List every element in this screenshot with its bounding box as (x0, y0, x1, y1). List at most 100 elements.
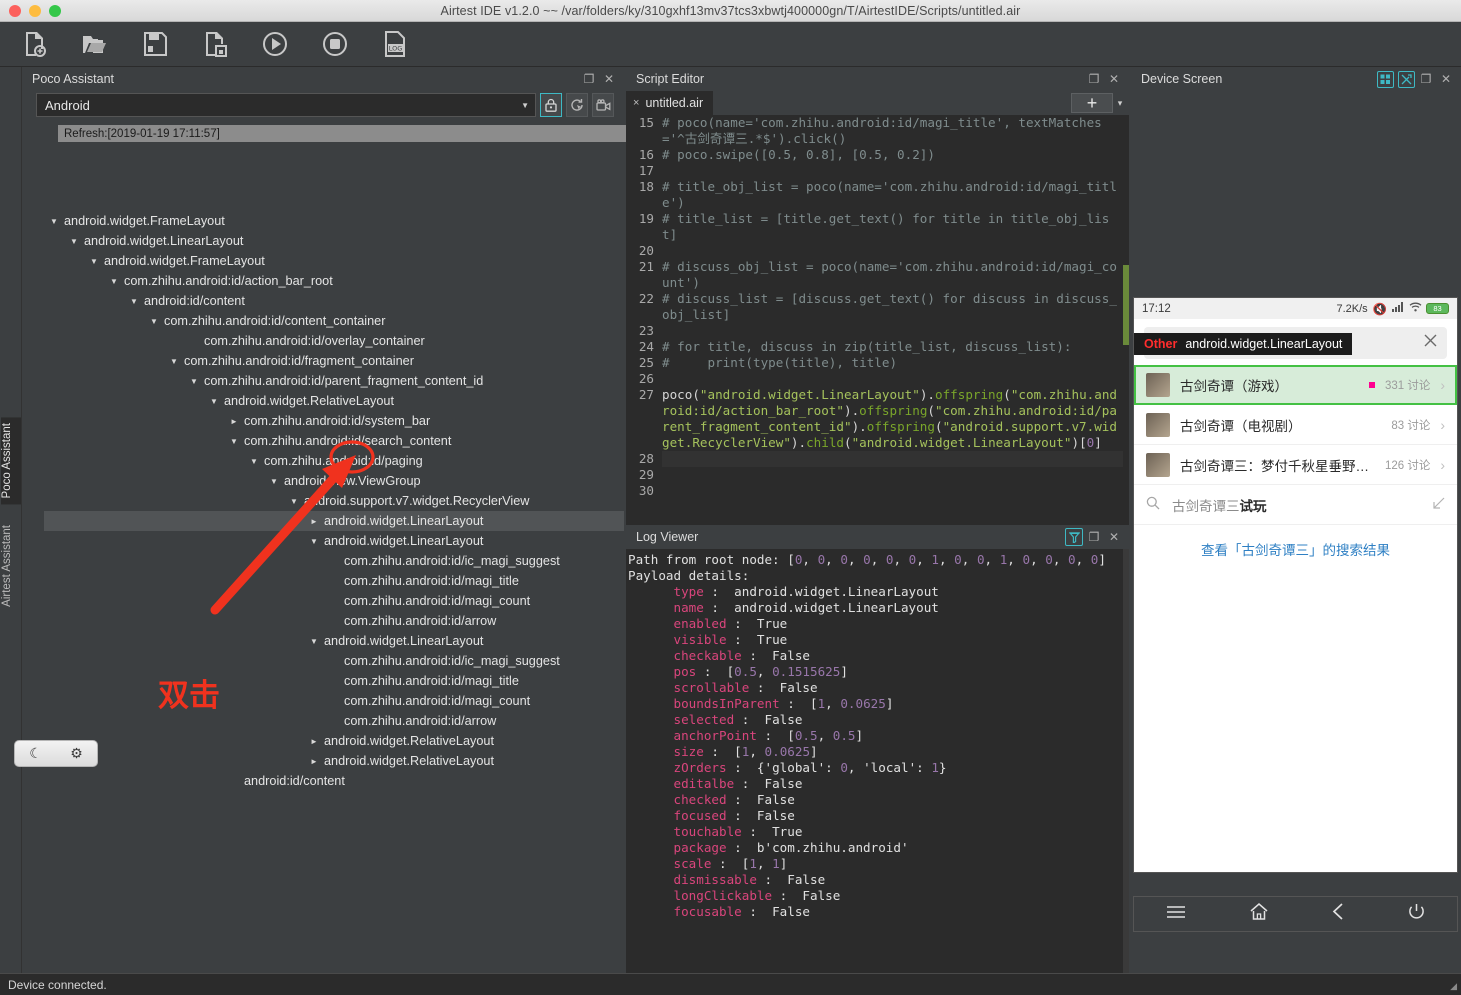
grid-icon[interactable] (1377, 70, 1394, 88)
floating-mini-toolbar[interactable]: ☾ ⚙ (14, 740, 98, 767)
log-scrollbar[interactable] (1123, 549, 1129, 973)
chevron-down-icon[interactable]: ▼ (150, 317, 164, 326)
search-suggestion-row[interactable]: 古剑奇谭三试玩 (1134, 485, 1457, 525)
code-line[interactable]: 22 # discuss_list = [discuss.get_text() f… (626, 291, 1129, 323)
chevron-down-icon[interactable]: ▼ (210, 397, 224, 406)
code-line[interactable]: 27 poco("android.widget.LinearLayout").of… (626, 387, 1129, 451)
tree-node[interactable]: ▼ com.zhihu.android:id/paging (44, 451, 624, 471)
tree-node[interactable]: ▼ android.widget.FrameLayout (44, 251, 624, 271)
float-panel-icon[interactable]: ❐ (1085, 528, 1103, 546)
code-area[interactable]: 15 # poco(name='com.zhihu.android:id/magi… (626, 115, 1129, 525)
chevron-down-icon[interactable]: ▼ (110, 277, 124, 286)
chevron-down-icon[interactable]: ▼ (190, 377, 204, 386)
code-line[interactable]: 17 (626, 163, 1129, 179)
code-line[interactable]: 16 # poco.swipe([0.5, 0.8], [0.5, 0.2]) (626, 147, 1129, 163)
lock-icon[interactable] (540, 93, 562, 117)
chevron-down-icon[interactable]: ▼ (250, 457, 264, 466)
tree-node[interactable]: com.zhihu.android:id/magi_count (44, 691, 624, 711)
code-line[interactable]: 24 # for title, discuss in zip(title_list… (626, 339, 1129, 355)
ui-hierarchy-tree[interactable]: ▼ android.widget.FrameLayout ▼ android.widg… (44, 145, 624, 973)
code-line[interactable]: 21 # discuss_obj_list = poco(name='com.zh… (626, 259, 1129, 291)
close-icon[interactable]: ✕ (1105, 70, 1123, 88)
tree-node[interactable]: com.zhihu.android:id/arrow (44, 611, 624, 631)
suggestion-item[interactable]: 古剑奇谭（电视剧） 83 讨论 › (1134, 405, 1457, 445)
float-panel-icon[interactable]: ❐ (1417, 70, 1435, 88)
save-disk-icon[interactable] (136, 27, 174, 61)
code-line[interactable]: 29 (626, 467, 1129, 483)
tree-node[interactable]: ► android.widget.RelativeLayout (44, 731, 624, 751)
editor-scrollbar-thumb[interactable] (1123, 265, 1129, 345)
tree-node[interactable]: android:id/content (44, 771, 624, 791)
tree-node[interactable]: ▼ android.widget.LinearLayout (44, 631, 624, 651)
tree-node[interactable]: com.zhihu.android:id/magi_count (44, 591, 624, 611)
poco-mode-select[interactable]: Android ▼ (36, 93, 536, 117)
editor-scrollbar[interactable] (1123, 115, 1129, 525)
tree-node[interactable]: ▼ android.widget.FrameLayout (44, 211, 624, 231)
chevron-right-icon[interactable]: ► (230, 417, 244, 426)
chevron-right-icon[interactable]: ► (310, 517, 324, 526)
chevron-down-icon[interactable]: ▼ (70, 237, 84, 246)
open-folder-icon[interactable] (76, 27, 114, 61)
chevron-down-icon[interactable]: ▼ (50, 217, 64, 226)
sidebar-tab-airtest-assistant[interactable]: Airtest Assistant (1, 519, 21, 613)
see-all-results-link[interactable]: 查看「古剑奇谭三」的搜索结果 (1134, 525, 1457, 573)
tree-node[interactable]: com.zhihu.android:id/overlay_container (44, 331, 624, 351)
tree-node[interactable]: ► android.widget.RelativeLayout (44, 751, 624, 771)
close-icon[interactable]: × (633, 97, 639, 109)
close-icon[interactable] (1424, 334, 1437, 352)
code-line[interactable]: 30 (626, 483, 1129, 499)
tree-node[interactable]: ▼ android.widget.LinearLayout (44, 531, 624, 551)
tree-node[interactable]: ▼ android.widget.LinearLayout (44, 231, 624, 251)
log-file-icon[interactable]: LOG (376, 27, 414, 61)
code-line[interactable]: 19 # title_list = [title.get_text() for t… (626, 211, 1129, 243)
moon-icon[interactable]: ☾ (29, 745, 42, 762)
code-line[interactable]: 15 # poco(name='com.zhihu.android:id/magi… (626, 115, 1129, 147)
chevron-down-icon[interactable]: ▼ (310, 637, 324, 646)
resize-grip[interactable]: ◢ (1450, 981, 1457, 992)
tree-node[interactable]: ▼ com.zhihu.android:id/parent_fragment_co… (44, 371, 624, 391)
sidebar-tab-poco-assistant[interactable]: Poco Assistant (1, 417, 21, 505)
chevron-down-icon[interactable]: ▼ (270, 477, 284, 486)
chevron-down-icon[interactable]: ▼ (310, 537, 324, 546)
tree-node[interactable]: ► com.zhihu.android:id/system_bar (44, 411, 624, 431)
tree-node[interactable]: ▼ com.zhihu.android:id/action_bar_root (44, 271, 624, 291)
suggestion-list[interactable]: 古剑奇谭（游戏） 331 讨论 › 古剑奇谭（电视剧） 83 讨论 › 古剑奇谭三：梦付千秋… (1134, 365, 1457, 485)
tab-untitled-air[interactable]: × untitled.air (626, 91, 714, 115)
tree-node[interactable]: com.zhihu.android:id/ic_magi_suggest (44, 551, 624, 571)
phone-screen[interactable]: 17:12 7.2K/s 🔇 83 古剑奇谭三 (1133, 297, 1458, 873)
save-as-icon[interactable] (196, 27, 234, 61)
refresh-cursor-icon[interactable] (566, 93, 588, 117)
device-view[interactable]: 17:12 7.2K/s 🔇 83 古剑奇谭三 (1131, 91, 1461, 973)
back-icon[interactable] (1332, 903, 1344, 925)
chevron-down-icon[interactable]: ▼ (170, 357, 184, 366)
close-icon[interactable]: ✕ (1105, 528, 1123, 546)
tree-node[interactable]: com.zhihu.android:id/magi_title (44, 671, 624, 691)
chevron-down-icon[interactable]: ▼ (230, 437, 244, 446)
code-line[interactable]: 23 (626, 323, 1129, 339)
chevron-right-icon[interactable]: › (1440, 457, 1445, 473)
suggestion-item[interactable]: 古剑奇谭三：梦付千秋星垂野（游… 126 讨论 › (1134, 445, 1457, 485)
home-icon[interactable] (1250, 903, 1268, 925)
chevron-down-icon[interactable]: ▼ (130, 297, 144, 306)
tree-node[interactable]: com.zhihu.android:id/magi_title (44, 571, 624, 591)
tree-node[interactable]: ▼ com.zhihu.android:id/fragment_container (44, 351, 624, 371)
tree-node[interactable]: ▼ android.view.ViewGroup (44, 471, 624, 491)
add-tab-button[interactable]: + (1071, 93, 1113, 113)
close-icon[interactable]: ✕ (1437, 70, 1455, 88)
float-panel-icon[interactable]: ❐ (1085, 70, 1103, 88)
chevron-down-icon[interactable]: ▼ (90, 257, 104, 266)
chevron-right-icon[interactable]: ► (310, 757, 324, 766)
play-icon[interactable] (256, 27, 294, 61)
tree-node[interactable]: ▼ com.zhihu.android:id/content_container (44, 311, 624, 331)
tree-node[interactable]: ▼ com.zhihu.android:id/search_content (44, 431, 624, 451)
power-icon[interactable] (1408, 903, 1425, 925)
tree-node[interactable]: com.zhihu.android:id/arrow (44, 711, 624, 731)
suggestion-item[interactable]: 古剑奇谭（游戏） 331 讨论 › (1134, 365, 1457, 405)
tools-icon[interactable] (1398, 70, 1415, 88)
tree-node[interactable]: ▼ android.support.v7.widget.RecyclerView (44, 491, 624, 511)
code-line[interactable]: 20 (626, 243, 1129, 259)
filter-icon[interactable] (1065, 528, 1083, 546)
stop-icon[interactable] (316, 27, 354, 61)
chevron-right-icon[interactable]: › (1440, 377, 1445, 393)
code-line[interactable]: 25 # print(type(title), title) (626, 355, 1129, 371)
